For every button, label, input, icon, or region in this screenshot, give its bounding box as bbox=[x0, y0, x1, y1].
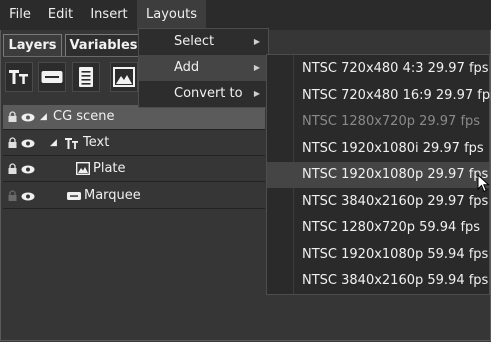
image-layer-icon bbox=[76, 162, 90, 175]
row-divider bbox=[3, 155, 265, 156]
menu-bar: File Edit Insert Layouts bbox=[0, 0, 491, 30]
menu-insert[interactable]: Insert bbox=[81, 0, 137, 30]
textbox-tool-icon bbox=[41, 71, 63, 83]
menu-item-label: NTSC 720x480 4:3 29.97 fps bbox=[302, 61, 489, 76]
row-divider bbox=[3, 181, 265, 182]
lock-icon[interactable] bbox=[8, 163, 17, 174]
tab-layers[interactable]: Layers bbox=[3, 34, 62, 57]
eye-icon[interactable] bbox=[21, 113, 35, 122]
submenu-arrow-icon: ▶ bbox=[253, 63, 260, 72]
menu-item-ntsc-1920x1080p-2997[interactable]: NTSC 1920x1080p 29.97 fps bbox=[267, 162, 489, 188]
tree-row-label: Text bbox=[83, 135, 110, 150]
text-layer-icon bbox=[65, 138, 78, 149]
tree-row-cg-scene[interactable]: ◢ CG scene bbox=[3, 105, 265, 129]
menu-item-ntsc-3840x2160p-2997[interactable]: NTSC 3840x2160p 29.97 fps bbox=[267, 189, 489, 215]
eye-icon[interactable] bbox=[21, 165, 35, 174]
textbox-tool-button[interactable] bbox=[38, 62, 66, 92]
menu-layouts[interactable]: Layouts bbox=[137, 0, 206, 30]
tree-row-text[interactable]: ◢ Text bbox=[3, 131, 265, 155]
image-tool-icon bbox=[113, 67, 135, 87]
expand-arrow-icon[interactable]: ◢ bbox=[40, 105, 47, 129]
menu-item-label: NTSC 3840x2160p 29.97 fps bbox=[302, 194, 489, 209]
document-tool-icon bbox=[79, 67, 93, 87]
text-tool-button[interactable] bbox=[5, 62, 33, 92]
menu-item-ntsc-720x480-16-9-2997[interactable]: NTSC 720x480 16:9 29.97 fps bbox=[267, 83, 491, 109]
lock-icon[interactable] bbox=[8, 111, 17, 122]
row-divider bbox=[3, 129, 265, 130]
menu-item-select[interactable]: Select ▶ bbox=[139, 29, 268, 55]
add-submenu: NTSC 720x480 4:3 29.97 fps NTSC 720x480 … bbox=[266, 54, 491, 295]
menu-item-label: Convert to bbox=[174, 86, 243, 101]
tree-row-plate[interactable]: Plate bbox=[3, 157, 265, 181]
menu-item-ntsc-1920x1080p-5994[interactable]: NTSC 1920x1080p 59.94 fps bbox=[267, 242, 489, 268]
tree-row-label: CG scene bbox=[53, 109, 115, 124]
lock-icon[interactable] bbox=[8, 137, 17, 148]
menu-item-ntsc-1280x720p-2997: NTSC 1280x720p 29.97 fps bbox=[267, 109, 489, 135]
menu-item-label: NTSC 720x480 16:9 29.97 fps bbox=[302, 88, 491, 103]
eye-icon[interactable] bbox=[21, 139, 35, 148]
mouse-cursor-icon bbox=[477, 174, 490, 193]
document-tool-button[interactable] bbox=[72, 62, 100, 92]
row-divider bbox=[3, 208, 265, 209]
submenu-arrow-icon: ▶ bbox=[253, 37, 260, 46]
expand-arrow-icon[interactable]: ◢ bbox=[50, 131, 57, 155]
menu-item-label: NTSC 1920x1080p 59.94 fps bbox=[302, 247, 489, 262]
tab-variables[interactable]: Variables bbox=[65, 34, 142, 57]
layouts-dropdown: Select ▶ Add ▶ Convert to ▶ bbox=[138, 28, 269, 108]
menu-item-ntsc-3840x2160p-5994[interactable]: NTSC 3840x2160p 59.94 fps bbox=[267, 268, 489, 294]
menu-item-label: NTSC 1280x720p 29.97 fps bbox=[302, 114, 481, 129]
menu-item-label: NTSC 1280x720p 59.94 fps bbox=[302, 220, 481, 235]
lock-icon[interactable] bbox=[8, 190, 17, 201]
marquee-layer-icon bbox=[67, 192, 81, 200]
menu-item-ntsc-1920x1080i-2997[interactable]: NTSC 1920x1080i 29.97 fps bbox=[267, 136, 489, 162]
menu-item-ntsc-1280x720p-5994[interactable]: NTSC 1280x720p 59.94 fps bbox=[267, 215, 489, 241]
menu-item-label: Select bbox=[174, 34, 215, 49]
menu-item-label: Add bbox=[174, 60, 200, 75]
text-tool-icon bbox=[9, 70, 28, 84]
menu-item-label: NTSC 3840x2160p 59.94 fps bbox=[302, 273, 489, 288]
menu-item-convert-to[interactable]: Convert to ▶ bbox=[139, 81, 268, 107]
menu-edit[interactable]: Edit bbox=[40, 0, 81, 30]
submenu-arrow-icon: ▶ bbox=[253, 89, 260, 98]
menu-item-label: NTSC 1920x1080i 29.97 fps bbox=[302, 141, 484, 156]
menu-item-add[interactable]: Add ▶ bbox=[139, 55, 268, 81]
eye-icon[interactable] bbox=[21, 192, 35, 201]
tree-row-label: Plate bbox=[93, 161, 126, 176]
tree-row-marquee[interactable]: Marquee bbox=[3, 184, 265, 208]
tree-row-label: Marquee bbox=[84, 188, 141, 203]
menu-item-ntsc-720x480-4-3-2997[interactable]: NTSC 720x480 4:3 29.97 fps bbox=[267, 56, 489, 82]
menu-item-label: NTSC 1920x1080p 29.97 fps bbox=[302, 167, 489, 182]
image-tool-button[interactable] bbox=[110, 62, 138, 92]
menu-file[interactable]: File bbox=[0, 0, 40, 30]
